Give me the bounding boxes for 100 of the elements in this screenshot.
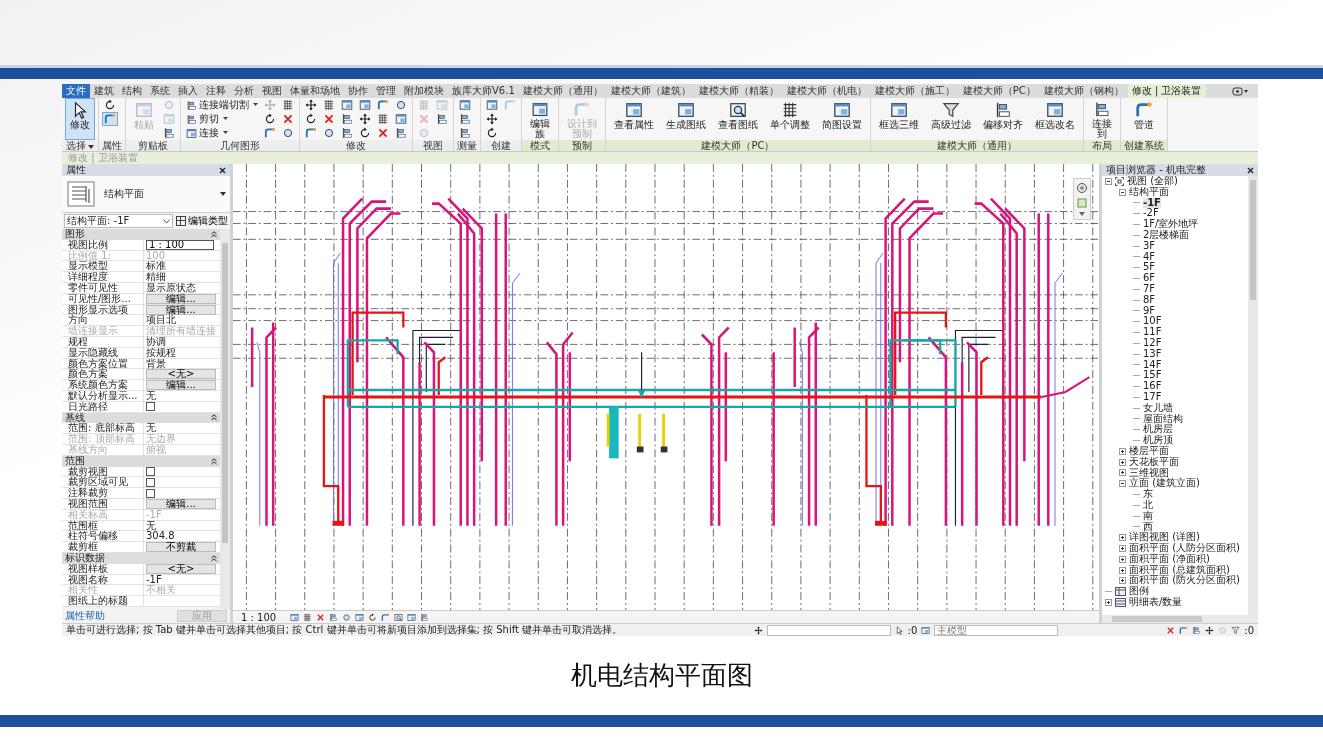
- tree-item[interactable]: 4F: [1143, 251, 1156, 263]
- ribbon-button[interactable]: 修改: [65, 98, 95, 140]
- ribbon-tab[interactable]: 建模大师（PC）: [958, 84, 1040, 98]
- tree-item[interactable]: 西: [1143, 521, 1153, 533]
- edit-type-button[interactable]: 编辑类型: [176, 214, 228, 228]
- tree-item[interactable]: 结构平面: [1129, 186, 1169, 198]
- tree-item[interactable]: 5F: [1143, 262, 1156, 274]
- checkbox[interactable]: [146, 467, 155, 477]
- tree-item[interactable]: 10F: [1143, 316, 1162, 328]
- property-button[interactable]: 编辑...: [146, 498, 216, 509]
- ribbon-tab[interactable]: 体量和场地: [286, 84, 344, 98]
- expand-icon[interactable]: [1119, 447, 1126, 455]
- tree-item[interactable]: 北: [1143, 499, 1153, 511]
- navigation-bar[interactable]: [1073, 178, 1091, 220]
- property-button[interactable]: 编辑...: [146, 293, 216, 304]
- tree-item[interactable]: 机房层: [1143, 424, 1173, 436]
- ribbon-tab[interactable]: 建模大师（通用）: [518, 84, 607, 98]
- ribbon-button[interactable]: 高级过滤: [926, 98, 976, 140]
- ribbon-button[interactable]: 框选三维: [874, 98, 924, 140]
- property-button[interactable]: 不剪裁: [146, 542, 216, 553]
- tree-item[interactable]: 面积平面 (人防分区面积): [1129, 543, 1240, 554]
- tree-item[interactable]: 16F: [1143, 381, 1162, 392]
- expand-icon[interactable]: [1119, 555, 1126, 563]
- property-button[interactable]: <无>: [146, 563, 216, 574]
- ribbon-tab[interactable]: 协作: [344, 84, 372, 98]
- tree-item[interactable]: 3F: [1143, 240, 1156, 252]
- tree-item[interactable]: 南: [1143, 510, 1153, 522]
- ribbon-button[interactable]: 连接到: [1087, 98, 1117, 140]
- ribbon-button[interactable]: 单个调整: [765, 98, 815, 140]
- instance-dropdown[interactable]: 结构平面: -1F: [64, 214, 173, 228]
- section-header[interactable]: 标识数据: [62, 552, 220, 564]
- tree-item[interactable]: 天花板平面: [1129, 456, 1179, 468]
- ribbon-tab[interactable]: 建筑: [90, 84, 118, 98]
- collapse-icon[interactable]: [1119, 480, 1126, 488]
- expand-icon[interactable]: [1119, 458, 1126, 466]
- scrollbar[interactable]: [220, 229, 230, 609]
- ribbon-tab[interactable]: 建模大师（钢构）: [1039, 84, 1128, 98]
- close-icon[interactable]: [219, 166, 226, 174]
- ribbon-button[interactable]: 查看图纸: [713, 98, 763, 140]
- ribbon-button[interactable]: 生成图纸: [661, 98, 711, 140]
- ribbon-tab[interactable]: 建模大师（机电）: [782, 84, 871, 98]
- scale-label[interactable]: 1 : 100: [241, 611, 277, 623]
- tree-item[interactable]: 11F: [1143, 327, 1162, 338]
- ribbon-tab[interactable]: 管理: [372, 84, 400, 98]
- tree-item[interactable]: 东: [1143, 489, 1153, 500]
- collapse-icon[interactable]: [1105, 177, 1112, 185]
- ribbon-button[interactable]: 偏移对齐: [978, 98, 1028, 140]
- tree-item[interactable]: 14F: [1143, 359, 1162, 371]
- checkbox[interactable]: [146, 477, 155, 487]
- ribbon-tab[interactable]: 文件: [62, 84, 90, 98]
- ribbon-button[interactable]: 简图设置: [817, 98, 867, 140]
- workset-dropdown[interactable]: 主模型: [934, 624, 1059, 636]
- tree-item[interactable]: 明细表/数量: [1129, 597, 1183, 608]
- ribbon-button[interactable]: 剪切: [184, 112, 260, 126]
- ribbon-button[interactable]: 管道: [1124, 98, 1164, 140]
- panel-toggle-icon[interactable]: [1232, 86, 1250, 96]
- tree-item[interactable]: -2F: [1143, 208, 1159, 220]
- dropdown-field[interactable]: [766, 624, 891, 636]
- tree-item[interactable]: 女儿墙: [1143, 402, 1173, 414]
- tree-item[interactable]: 视图 (全部): [1127, 176, 1178, 187]
- tree-item[interactable]: 8F: [1143, 294, 1156, 306]
- tree-item[interactable]: 13F: [1143, 348, 1162, 360]
- tree-item[interactable]: 15F: [1143, 370, 1162, 382]
- tree-item[interactable]: 机房顶: [1143, 435, 1173, 446]
- scrollbar[interactable]: [1248, 176, 1258, 615]
- expand-icon[interactable]: [1119, 566, 1126, 574]
- help-link[interactable]: 属性帮助: [65, 609, 105, 623]
- collapse-icon[interactable]: [1119, 188, 1126, 196]
- ribbon-tab[interactable]: 注释: [202, 84, 230, 98]
- value-field[interactable]: 1 : 100: [146, 239, 214, 250]
- ribbon-button[interactable]: 连接: [184, 126, 260, 140]
- ribbon-tab[interactable]: 插入: [174, 84, 202, 98]
- property-button[interactable]: <无>: [146, 369, 216, 380]
- ribbon-button[interactable]: 框选改名: [1030, 98, 1080, 140]
- ribbon-tab[interactable]: 视图: [258, 84, 286, 98]
- tree-item[interactable]: 12F: [1143, 337, 1162, 349]
- section-header[interactable]: 范围: [62, 455, 220, 467]
- ribbon-tab[interactable]: 分析: [230, 84, 258, 98]
- tree-item[interactable]: 面积平面 (净面积): [1129, 553, 1210, 565]
- tree-item[interactable]: 面积平面 (总建筑面积): [1129, 564, 1230, 576]
- expand-icon[interactable]: [1119, 545, 1126, 552]
- ribbon-tab[interactable]: 建模大师（施工）: [870, 84, 959, 98]
- ribbon-tab[interactable]: 结构: [118, 84, 146, 98]
- expand-icon[interactable]: [1119, 534, 1126, 542]
- tree-item[interactable]: 三维视图: [1129, 467, 1169, 479]
- checkbox[interactable]: [146, 402, 155, 412]
- section-header[interactable]: 图形: [62, 229, 220, 240]
- ribbon-tab[interactable]: 族库大师V6.1: [448, 84, 519, 98]
- tree-item[interactable]: -1F: [1143, 197, 1161, 209]
- tree-item[interactable]: 楼层平面: [1129, 445, 1169, 457]
- property-button[interactable]: 编辑...: [146, 304, 216, 315]
- tree-item[interactable]: 6F: [1143, 273, 1156, 284]
- tree-item[interactable]: 9F: [1143, 305, 1156, 317]
- ribbon-tab[interactable]: 建模大师（建筑）: [606, 84, 695, 98]
- tree-item[interactable]: 2层楼梯面: [1143, 230, 1190, 241]
- icon-button[interactable]: [484, 112, 500, 126]
- scrollbar[interactable]: [1102, 615, 1258, 623]
- ribbon-button[interactable]: 查看属性: [609, 98, 659, 140]
- tree-item[interactable]: 图例: [1129, 586, 1149, 598]
- ribbon-tab[interactable]: 附加模块: [400, 84, 448, 98]
